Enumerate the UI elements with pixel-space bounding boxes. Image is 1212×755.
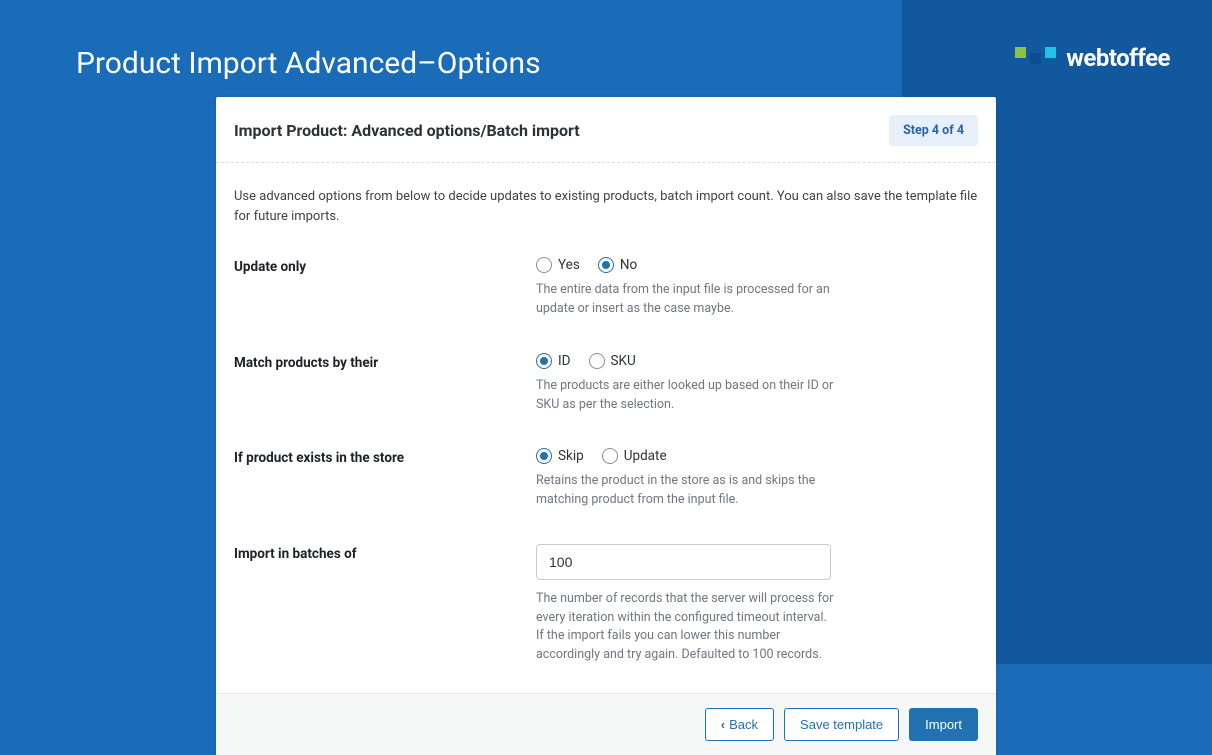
radio-label: No [620,257,637,273]
radio-label: Update [624,448,667,464]
radio-label: ID [558,353,571,369]
import-button[interactable]: Import [909,708,978,741]
label-match-by: Match products by their [234,353,536,415]
card-body: Use advanced options from below to decid… [216,163,996,693]
card-title: Import Product: Advanced options/Batch i… [234,121,580,140]
step-badge: Step 4 of 4 [889,115,978,146]
field-if-exists: If product exists in the store Skip Upda… [234,448,978,510]
radio-icon [589,353,605,369]
save-template-button[interactable]: Save template [784,708,899,741]
card-header: Import Product: Advanced options/Batch i… [216,97,996,163]
radio-update-only-yes[interactable]: Yes [536,257,580,273]
card-description: Use advanced options from below to decid… [234,187,978,227]
radio-update-only-no[interactable]: No [598,257,637,273]
import-card: Import Product: Advanced options/Batch i… [216,97,996,755]
radio-match-id[interactable]: ID [536,353,571,369]
help-if-exists: Retains the product in the store as is a… [536,472,836,510]
back-label: Back [729,717,758,732]
radio-label: SKU [611,353,636,369]
field-update-only: Update only Yes No The entire data from … [234,257,978,319]
radio-label: Skip [558,448,584,464]
radio-icon [536,448,552,464]
field-batches: Import in batches of The number of recor… [234,544,978,665]
label-update-only: Update only [234,257,536,319]
radio-label: Yes [558,257,580,273]
label-batches: Import in batches of [234,544,536,665]
radio-icon [598,257,614,273]
radio-match-sku[interactable]: SKU [589,353,636,369]
brand-logo: webtoffee [1015,44,1170,72]
radio-icon [536,257,552,273]
help-match-by: The products are either looked up based … [536,377,836,415]
help-batches: The number of records that the server wi… [536,590,836,665]
batches-input[interactable] [536,544,831,580]
field-match-by: Match products by their ID SKU The produ… [234,353,978,415]
label-if-exists: If product exists in the store [234,448,536,510]
page-title: Product Import Advanced–Options [76,46,541,81]
chevron-left-icon: ‹ [721,717,725,732]
brand-name: webtoffee [1066,44,1170,72]
radio-icon [536,353,552,369]
logo-squares-icon [1015,53,1056,64]
help-update-only: The entire data from the input file is p… [536,281,836,319]
radio-exists-update[interactable]: Update [602,448,667,464]
card-footer: ‹ Back Save template Import [216,693,996,755]
radio-exists-skip[interactable]: Skip [536,448,584,464]
radio-icon [602,448,618,464]
back-button[interactable]: ‹ Back [705,708,774,741]
